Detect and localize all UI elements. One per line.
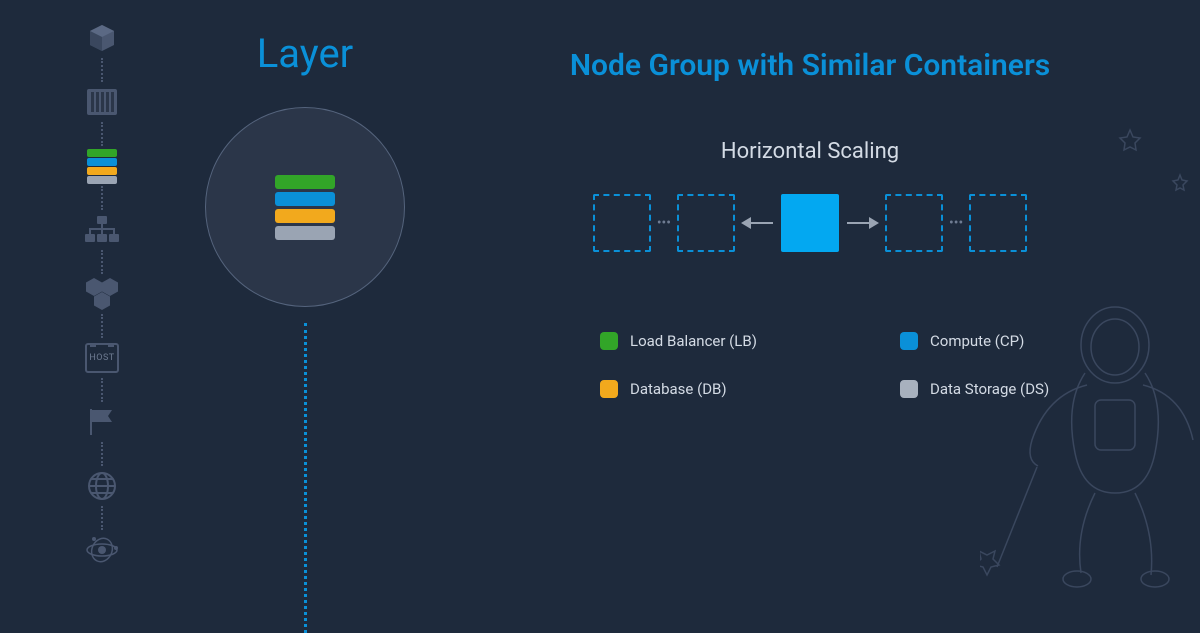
rail-divider — [101, 506, 103, 530]
legend-label: Database (DB) — [630, 380, 727, 398]
hex-cluster-icon — [85, 278, 119, 310]
globe-icon — [87, 471, 117, 501]
legend-item-db: Database (DB) — [600, 380, 840, 398]
flag-icon — [87, 407, 117, 437]
rail-item-topology[interactable] — [82, 210, 122, 250]
ellipsis-icon: ••• — [651, 215, 677, 231]
stack-bar-blue — [275, 192, 335, 206]
cube-icon — [86, 22, 118, 54]
layer-stripe-grey — [87, 176, 117, 184]
swatch-orange — [600, 380, 618, 398]
rail-item-container[interactable] — [82, 82, 122, 122]
topology-icon — [85, 216, 119, 244]
layer-panel: Layer — [170, 30, 440, 633]
legend-item-lb: Load Balancer (LB) — [600, 332, 840, 350]
scaling-title: Horizontal Scaling — [480, 139, 1140, 164]
stack-bar-green — [275, 175, 335, 189]
rail-item-cluster[interactable] — [82, 274, 122, 314]
scaling-node-placeholder — [885, 194, 943, 252]
rail-divider — [101, 250, 103, 274]
rail-item-globe[interactable] — [82, 466, 122, 506]
nav-rail: HOST — [72, 18, 132, 570]
layer-connector-dots — [304, 323, 307, 633]
legend: Load Balancer (LB) Compute (CP) Database… — [480, 332, 1140, 398]
layer-stripe-blue — [87, 158, 117, 166]
rail-item-host[interactable]: HOST — [82, 338, 122, 378]
arrow-left-icon — [743, 222, 773, 224]
rail-divider — [101, 58, 103, 82]
scaling-node-active — [781, 194, 839, 252]
rail-divider — [101, 186, 103, 210]
layer-stack-icon — [275, 173, 335, 241]
host-icon: HOST — [85, 343, 119, 373]
legend-label: Load Balancer (LB) — [630, 332, 757, 350]
scaling-node-placeholder — [593, 194, 651, 252]
rail-item-cube[interactable] — [82, 18, 122, 58]
swatch-grey — [900, 380, 918, 398]
host-label: HOST — [89, 353, 114, 363]
scaling-row: ••• ••• — [480, 194, 1140, 252]
legend-label: Data Storage (DS) — [930, 380, 1049, 398]
layer-stripe-green — [87, 149, 117, 157]
container-icon — [87, 89, 117, 115]
scaling-node-placeholder — [677, 194, 735, 252]
legend-item-cp: Compute (CP) — [900, 332, 1140, 350]
orbit-icon — [85, 535, 119, 565]
stack-bar-orange — [275, 209, 335, 223]
rail-divider — [101, 314, 103, 338]
swatch-blue — [900, 332, 918, 350]
layer-title: Layer — [257, 30, 353, 77]
rail-divider — [101, 122, 103, 146]
rail-divider — [101, 378, 103, 402]
rail-item-orbit[interactable] — [82, 530, 122, 570]
scaling-node-placeholder — [969, 194, 1027, 252]
ellipsis-icon: ••• — [943, 215, 969, 231]
legend-label: Compute (CP) — [930, 332, 1024, 350]
rail-item-layer-active[interactable] — [82, 146, 122, 186]
layer-circle — [205, 107, 405, 307]
legend-item-ds: Data Storage (DS) — [900, 380, 1140, 398]
arrow-right-icon — [847, 222, 877, 224]
layer-stripe-orange — [87, 167, 117, 175]
rail-item-region[interactable] — [82, 402, 122, 442]
swatch-green — [600, 332, 618, 350]
right-title: Node Group with Similar Containers — [480, 48, 1140, 83]
rail-divider — [101, 442, 103, 466]
stack-bar-grey — [275, 226, 335, 240]
right-panel: Node Group with Similar Containers Horiz… — [480, 48, 1140, 398]
